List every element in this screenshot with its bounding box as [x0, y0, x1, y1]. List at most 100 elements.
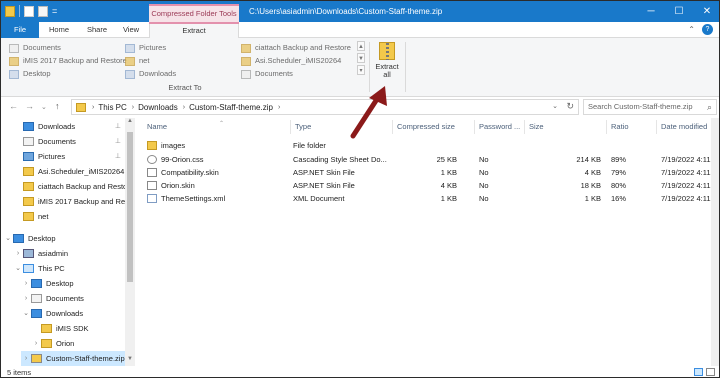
file-list-scrollbar[interactable]	[711, 118, 719, 366]
chevron-right-icon[interactable]: ›	[183, 104, 185, 111]
pin-icon[interactable]: ⊥	[115, 152, 121, 160]
nav-item-zip-selected[interactable]: › Custom-Staff-theme.zip	[21, 351, 125, 366]
window-title: C:\Users\asiadmin\Downloads\Custom-Staff…	[249, 7, 443, 16]
nav-scrollbar[interactable]: ▲ ▼	[125, 118, 135, 366]
desktop-icon	[13, 234, 24, 243]
nav-item-documents-pinned[interactable]: Documents	[13, 134, 76, 149]
column-label: Password ...	[479, 122, 521, 131]
extract-to-documents[interactable]: Documents	[9, 42, 61, 54]
chevron-down-icon[interactable]: ⌄	[3, 231, 13, 246]
customize-toolbar-icon[interactable]: =	[52, 6, 57, 17]
extract-all-label-line2: all	[383, 70, 391, 79]
nav-item-imis-2017-backup[interactable]: iMIS 2017 Backup and Restore	[13, 194, 135, 209]
close-button[interactable]: ✕	[693, 1, 719, 22]
nav-item-ciattach-backup[interactable]: ciattach Backup and Restore	[13, 179, 134, 194]
folder-icon	[41, 339, 52, 348]
chevron-down-icon[interactable]: ⌄	[552, 102, 558, 110]
nav-item-pictures-pinned[interactable]: Pictures	[13, 149, 65, 164]
expand-gallery-icon[interactable]: ▾	[357, 65, 365, 75]
extract-to-pictures[interactable]: Pictures	[125, 42, 166, 54]
chevron-up-icon[interactable]: ⌃	[688, 25, 695, 34]
chevron-right-icon[interactable]: ›	[92, 104, 94, 111]
extract-to-desktop[interactable]: Desktop	[9, 68, 51, 80]
file-name: Orion.skin	[161, 181, 195, 190]
breadcrumb-this-pc[interactable]: This PC	[98, 103, 126, 112]
nav-item-imis-sdk[interactable]: iMIS SDK	[31, 321, 89, 336]
extract-all-button[interactable]: Extract all	[371, 40, 403, 82]
table-row[interactable]: 99-Orion.css Cascading Style Sheet Do...…	[137, 153, 719, 166]
new-folder-icon[interactable]	[38, 5, 48, 17]
breadcrumb-zip[interactable]: Custom-Staff-theme.zip	[189, 103, 273, 112]
tab-view[interactable]: View	[115, 22, 147, 38]
nav-item-this-pc[interactable]: ⌄ This PC	[13, 261, 65, 276]
table-row[interactable]: Orion.skin ASP.NET Skin File 4 KB No 18 …	[137, 179, 719, 192]
column-header-password[interactable]: Password ...	[475, 120, 525, 134]
forward-arrow-icon[interactable]: →	[25, 101, 34, 111]
nav-item-desktop-root[interactable]: ⌄ Desktop	[3, 231, 56, 246]
nav-item-asi-scheduler[interactable]: Asi.Scheduler_iMIS20264	[13, 164, 124, 179]
pin-icon[interactable]: ⊥	[115, 122, 121, 130]
extract-to-documents-2[interactable]: Documents	[241, 68, 293, 80]
chevron-down-icon[interactable]: ⌄	[21, 306, 31, 321]
column-header-ratio[interactable]: Ratio	[607, 120, 657, 134]
address-bar[interactable]: › This PC › Downloads › Custom-Staff-the…	[71, 99, 579, 115]
password-cell: No	[479, 168, 489, 177]
back-arrow-icon[interactable]: ←	[9, 101, 18, 111]
chevron-right-icon[interactable]: ›	[278, 104, 280, 111]
pin-icon[interactable]: ⊥	[115, 137, 121, 145]
extract-to-downloads[interactable]: Downloads	[125, 68, 176, 80]
scroll-up-icon[interactable]: ▲	[125, 118, 135, 128]
tab-share[interactable]: Share	[79, 22, 115, 38]
nav-item-orion[interactable]: › Orion	[31, 336, 74, 351]
scroll-down-icon[interactable]: ▼	[125, 356, 135, 366]
chevron-right-icon[interactable]: ›	[21, 276, 31, 291]
nav-item-net[interactable]: net	[13, 209, 48, 224]
large-icons-view-icon[interactable]	[706, 368, 715, 376]
nav-item-desktop[interactable]: › Desktop	[21, 276, 74, 291]
details-view-icon[interactable]	[694, 368, 703, 376]
chevron-right-icon[interactable]: ›	[31, 336, 41, 351]
column-label: Size	[529, 122, 544, 131]
chevron-right-icon[interactable]: ›	[21, 291, 31, 306]
nav-item-label: ciattach Backup and Restore	[38, 182, 134, 191]
chevron-right-icon[interactable]: ›	[13, 246, 23, 261]
minimize-button[interactable]: ─	[637, 1, 665, 22]
extract-to-imis-2017-backup[interactable]: iMIS 2017 Backup and Restore	[9, 55, 127, 67]
column-header-size[interactable]: Size	[525, 120, 607, 134]
column-label: Ratio	[611, 122, 629, 131]
chevron-right-icon[interactable]: ›	[132, 104, 134, 111]
nav-item-downloads[interactable]: ⌄ Downloads	[21, 306, 83, 321]
table-row[interactable]: Compatibility.skin ASP.NET Skin File 1 K…	[137, 166, 719, 179]
nav-item-downloads-pinned[interactable]: Downloads	[13, 119, 75, 134]
extract-to-label: Downloads	[139, 69, 177, 78]
up-arrow-icon[interactable]: ↑	[55, 101, 60, 111]
scrollbar-thumb[interactable]	[127, 132, 133, 282]
extract-to-asi-scheduler[interactable]: Asi.Scheduler_iMIS20264	[241, 55, 341, 67]
chevron-right-icon[interactable]: ›	[21, 351, 31, 366]
column-header-compressed-size[interactable]: Compressed size	[393, 120, 475, 134]
scroll-down-icon[interactable]: ▼	[357, 53, 365, 63]
nav-item-asiadmin[interactable]: › asiadmin	[13, 246, 68, 261]
folder-icon	[23, 197, 34, 206]
tab-home[interactable]: Home	[39, 22, 79, 38]
tab-file[interactable]: File	[1, 22, 39, 38]
table-row[interactable]: ThemeSettings.xml XML Document 1 KB No 1…	[137, 192, 719, 205]
scroll-up-icon[interactable]: ▲	[357, 41, 365, 51]
table-row[interactable]: images File folder	[137, 139, 719, 152]
column-header-name[interactable]: ⌃ Name	[143, 120, 291, 134]
help-icon[interactable]: ?	[702, 24, 713, 35]
extract-to-net[interactable]: net	[125, 55, 149, 67]
tab-extract[interactable]: Extract	[149, 22, 239, 39]
refresh-icon[interactable]: ↻	[566, 101, 574, 112]
recent-locations-icon[interactable]: ⌄	[41, 103, 47, 111]
search-input[interactable]: Search Custom-Staff-theme.zip ⌕	[583, 99, 717, 115]
ratio-cell: 89%	[611, 155, 627, 164]
column-label: Name	[147, 122, 168, 131]
breadcrumb-downloads[interactable]: Downloads	[138, 103, 178, 112]
maximize-button[interactable]: ☐	[665, 1, 693, 22]
chevron-down-icon[interactable]: ⌄	[13, 261, 23, 276]
extract-to-ciattach-backup[interactable]: ciattach Backup and Restore	[241, 42, 351, 54]
properties-icon[interactable]	[24, 5, 34, 17]
nav-item-documents[interactable]: › Documents	[21, 291, 84, 306]
zip-folder-icon	[76, 102, 86, 112]
